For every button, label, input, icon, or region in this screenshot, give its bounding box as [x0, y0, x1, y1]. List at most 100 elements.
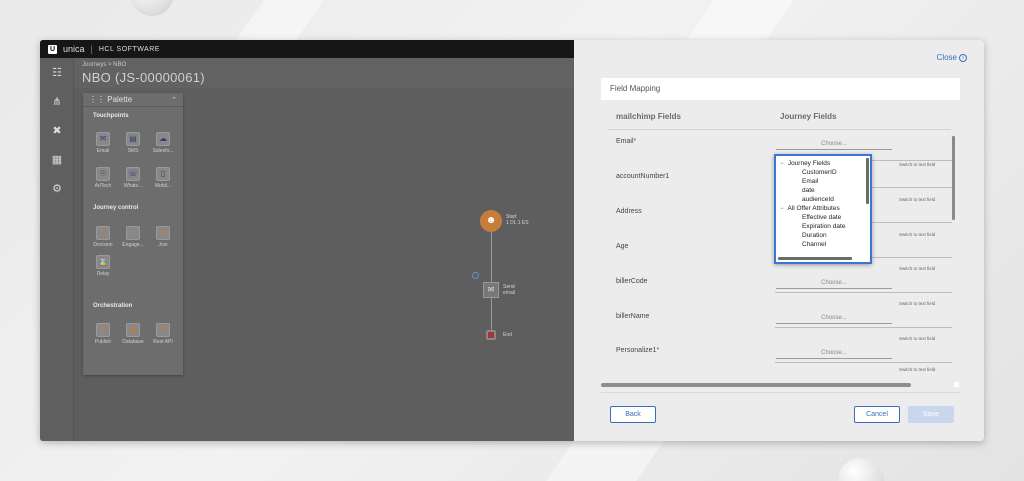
start-node[interactable]: ☻: [480, 210, 502, 232]
header-divider: [608, 129, 951, 130]
sms-icon: ▤: [126, 132, 140, 146]
field-mapping-panel: Close › Field Mapping mailchimp Fields J…: [574, 40, 984, 441]
switch-to-text-link[interactable]: Switch to text field: [899, 197, 935, 202]
palette-item-label: Database: [122, 339, 144, 345]
palette-item-sms[interactable]: ▤ SMS: [119, 132, 147, 154]
collapse-minus-icon[interactable]: −: [780, 161, 786, 167]
tree-group-offer-attributes[interactable]: − All Offer Attributes: [780, 205, 840, 212]
journey-field-select[interactable]: Choose...: [776, 314, 892, 324]
end-node[interactable]: [486, 330, 496, 340]
cloud-icon: ☁: [156, 132, 170, 146]
cancel-button[interactable]: Cancel: [854, 406, 900, 423]
journey-field-dropdown[interactable]: − Journey Fields CustomerID Email date a…: [774, 154, 872, 264]
palette-item-join[interactable]: ⊕ Join: [149, 226, 177, 248]
collapse-minus-icon[interactable]: −: [780, 206, 786, 212]
palette-item-salesforce[interactable]: ☁ Salesfo...: [149, 132, 177, 154]
palette-item-decision[interactable]: ? Decision: [89, 226, 117, 248]
field-label: Email*: [616, 138, 637, 145]
close-button[interactable]: Close ›: [937, 53, 967, 62]
mobile-icon: ▯: [156, 167, 170, 181]
palette-item-database[interactable]: ▤ Database: [119, 323, 147, 345]
section-journey-control: Journey control: [93, 205, 139, 211]
app-window: U unica | HCL SOFTWARE ☷ ⋔ ✖ ▦ ⚙ Journey…: [40, 40, 984, 441]
field-label: Address: [616, 208, 642, 215]
palette-item-label: Email: [96, 148, 110, 154]
palette-item-label: Whats...: [123, 183, 143, 189]
hourglass-icon: ⌛: [96, 255, 110, 269]
decorative-stripe: [235, 0, 325, 40]
switch-to-text-link[interactable]: Switch to text field: [899, 162, 935, 167]
palette-item-mobile[interactable]: ▯ Mobil...: [149, 167, 177, 189]
journey-fields-header: Journey Fields: [780, 112, 837, 121]
connector-handle[interactable]: [472, 272, 479, 279]
hierarchy-icon[interactable]: ☷: [51, 67, 63, 79]
api-icon: ⟦⟧: [156, 323, 170, 337]
database-icon: ▤: [126, 323, 140, 337]
row-divider: [775, 292, 952, 293]
connector-line: [491, 232, 492, 282]
tree-group-label: Journey Fields: [787, 160, 831, 167]
palette-item-label: Decision: [93, 242, 113, 248]
start-sublabel: 1 DL 1 ES: [506, 220, 529, 226]
top-bar: U unica | HCL SOFTWARE: [40, 40, 574, 58]
email-node[interactable]: ✉: [483, 282, 499, 298]
switch-to-text-link[interactable]: Switch to text field: [899, 336, 935, 341]
palette-item-label: Engage...: [122, 242, 144, 248]
publish-icon: ☰: [96, 323, 110, 337]
journey-field-select[interactable]: Choose...: [776, 279, 892, 289]
shuffle-icon[interactable]: ✖: [51, 125, 63, 137]
left-nav: ☷ ⋔ ✖ ▦ ⚙: [40, 58, 74, 441]
palette-item-label: SMS: [127, 148, 139, 154]
palette-item-rest-api[interactable]: ⟦⟧ Rest API: [149, 323, 177, 345]
palette-item-adtech[interactable]: ☉ AdTech: [89, 167, 117, 189]
section-orchestration: Orchestration: [93, 303, 133, 309]
palette-panel: ⋮⋮ Palette ⌃ Touchpoints ✉ Email ▤ SMS ☁…: [83, 93, 183, 375]
settings-icon[interactable]: ⚙: [51, 183, 63, 195]
tree-group-journey-fields[interactable]: − Journey Fields: [780, 160, 830, 167]
decorative-stripe: [545, 441, 665, 481]
field-label: billerName: [616, 313, 650, 320]
switch-to-text-link[interactable]: Switch to text field: [899, 266, 935, 271]
collapse-icon[interactable]: ⌃: [171, 96, 177, 104]
canvas-area[interactable]: ⋮⋮ Palette ⌃ Touchpoints ✉ Email ▤ SMS ☁…: [74, 88, 574, 441]
journey-field-select[interactable]: Choose...: [776, 140, 892, 150]
tree-item[interactable]: Effective date: [802, 214, 841, 221]
tree-item[interactable]: Duration: [802, 232, 827, 239]
email-icon: ✉: [96, 132, 110, 146]
close-label: Close: [936, 53, 957, 62]
tree-item[interactable]: Channel: [802, 241, 826, 248]
vertical-scrollbar[interactable]: [952, 136, 955, 220]
dropdown-vertical-scrollbar[interactable]: [866, 158, 869, 204]
palette-item-delay[interactable]: ⌛ Delay: [89, 255, 117, 277]
back-button[interactable]: Back: [610, 406, 656, 423]
tree-item[interactable]: CustomerID: [802, 169, 837, 176]
journey-icon[interactable]: ⋔: [51, 96, 63, 108]
horizontal-scrollbar[interactable]: [601, 383, 911, 387]
palette-item-label: Rest API: [153, 339, 173, 345]
switch-to-text-link[interactable]: Switch to text field: [899, 301, 935, 306]
palette-item-engagement[interactable]: ☼ Engage...: [119, 226, 147, 248]
tree-group-label: All Offer Attributes: [787, 205, 840, 212]
tree-item[interactable]: audienceId: [802, 196, 834, 203]
field-label: Age: [616, 243, 629, 250]
scrollbar-end: [954, 382, 959, 387]
save-button[interactable]: Save: [908, 406, 954, 423]
end-node-label: End: [503, 332, 512, 338]
palette-item-label: Delay: [96, 271, 110, 277]
breadcrumb[interactable]: Journeys > NBO: [82, 62, 126, 68]
engagement-icon: ☼: [126, 226, 140, 240]
switch-to-text-link[interactable]: Switch to text field: [899, 367, 935, 372]
palette-item-email[interactable]: ✉ Email: [89, 132, 117, 154]
palette-item-whatsapp[interactable]: ☏ Whats...: [119, 167, 147, 189]
dropdown-horizontal-scrollbar[interactable]: [778, 257, 852, 260]
calendar-icon[interactable]: ▦: [51, 154, 63, 166]
journey-field-select[interactable]: Choose...: [776, 349, 892, 359]
switch-to-text-link[interactable]: Switch to text field: [899, 232, 935, 237]
palette-item-label: Salesfo...: [152, 148, 174, 154]
tree-item[interactable]: Email: [802, 178, 818, 185]
tree-item[interactable]: Expiration date: [802, 223, 845, 230]
whatsapp-icon: ☏: [126, 167, 140, 181]
tree-item[interactable]: date: [802, 187, 815, 194]
palette-item-publish[interactable]: ☰ Publish: [89, 323, 117, 345]
vendor-name: HCL SOFTWARE: [98, 45, 160, 53]
